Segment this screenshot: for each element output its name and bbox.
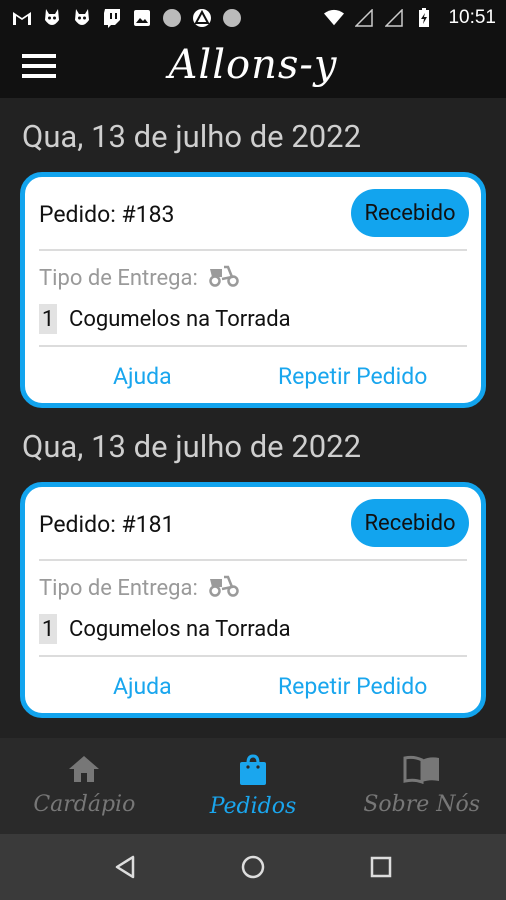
orders-list[interactable]: Qua, 13 de julho de 2022 Pedido: #183 Re…: [0, 98, 506, 738]
order-number: Pedido: #181: [39, 511, 175, 538]
book-icon: [403, 754, 441, 788]
delivery-type-row: Tipo de Entrega:: [39, 263, 240, 293]
order-number: Pedido: #183: [39, 201, 175, 228]
order-date: Qua, 13 de julho de 2022: [22, 428, 362, 465]
app-icon-1: [42, 8, 62, 28]
delivery-type-row: Tipo de Entrega:: [39, 573, 240, 603]
divider: [39, 345, 467, 347]
order-card: Pedido: #181 Recebido Tipo de Entrega: 1…: [20, 482, 486, 718]
order-item: 1 Cogumelos na Torrada: [39, 614, 291, 644]
app-icon-3: [192, 8, 212, 28]
nav-label: Sobre Nós: [363, 792, 481, 817]
repeat-order-button[interactable]: Repetir Pedido: [278, 673, 427, 700]
order-card: Pedido: #183 Recebido Tipo de Entrega: 1…: [20, 172, 486, 408]
system-navigation-bar: [0, 834, 506, 900]
gmail-icon: [12, 8, 32, 28]
nav-label: Cardápio: [33, 792, 136, 817]
clock: 10:51: [448, 7, 496, 28]
divider: [39, 559, 467, 561]
recents-icon[interactable]: [366, 852, 396, 882]
bottom-navigation: Cardápio Pedidos Sobre Nós: [0, 738, 506, 834]
item-quantity: 1: [39, 304, 57, 334]
circle-icon-2: [222, 8, 242, 28]
app-title: Allons-y: [168, 42, 338, 88]
order-item: 1 Cogumelos na Torrada: [39, 304, 291, 334]
image-icon: [132, 8, 152, 28]
delivery-type-label: Tipo de Entrega:: [39, 265, 198, 291]
repeat-order-button[interactable]: Repetir Pedido: [278, 363, 427, 390]
scooter-icon: [208, 573, 240, 603]
nav-item-cardapio[interactable]: Cardápio: [0, 738, 169, 834]
item-quantity: 1: [39, 614, 57, 644]
status-badge: Recebido: [351, 499, 469, 547]
scooter-icon: [208, 263, 240, 293]
twitch-icon: [102, 8, 122, 28]
help-button[interactable]: Ajuda: [113, 363, 172, 390]
status-bar: 10:51: [0, 0, 506, 36]
system-icons: 10:51: [324, 7, 496, 29]
app-icon-2: [72, 8, 92, 28]
home-icon: [67, 754, 101, 788]
notification-icons: [12, 8, 242, 28]
app-bar: Allons-y: [0, 36, 506, 98]
divider: [39, 655, 467, 657]
wifi-icon: [324, 8, 345, 28]
signal-icon-2: [384, 8, 404, 28]
nav-label: Pedidos: [209, 794, 297, 819]
status-badge: Recebido: [351, 189, 469, 237]
item-name: Cogumelos na Torrada: [69, 306, 291, 332]
item-name: Cogumelos na Torrada: [69, 616, 291, 642]
delivery-type-label: Tipo de Entrega:: [39, 575, 198, 601]
signal-icon: [354, 8, 374, 28]
battery-icon: [414, 8, 434, 28]
circle-icon: [162, 8, 182, 28]
nav-item-sobre-nos[interactable]: Sobre Nós: [337, 738, 506, 834]
order-date: Qua, 13 de julho de 2022: [22, 118, 362, 155]
nav-item-pedidos[interactable]: Pedidos: [169, 738, 338, 834]
home-button-icon[interactable]: [238, 852, 268, 882]
help-button[interactable]: Ajuda: [113, 673, 172, 700]
divider: [39, 249, 467, 251]
shopping-bag-icon: [238, 754, 268, 790]
back-icon[interactable]: [111, 852, 141, 882]
